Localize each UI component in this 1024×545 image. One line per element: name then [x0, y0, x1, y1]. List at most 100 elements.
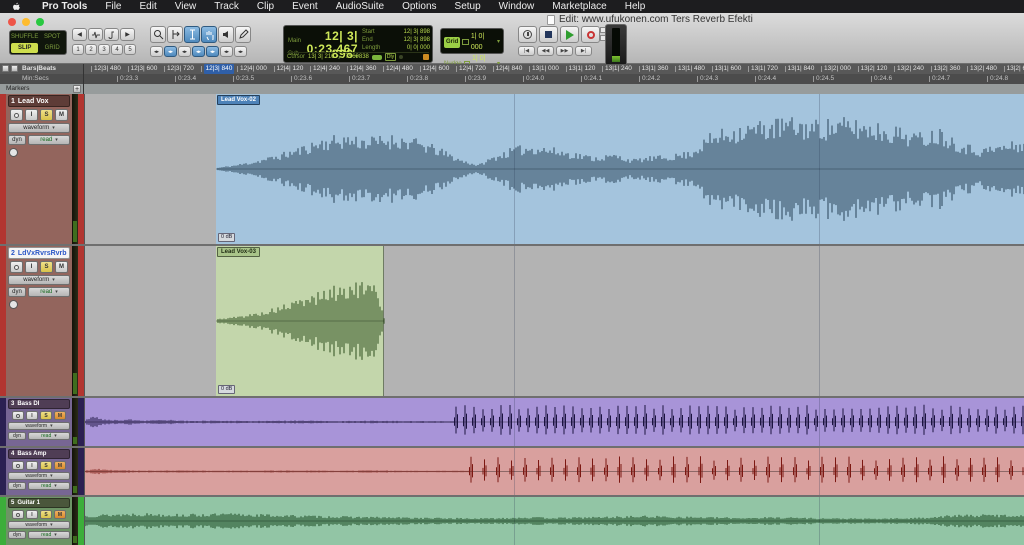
- solo-button[interactable]: S: [40, 109, 53, 121]
- track-name[interactable]: 5Guitar 1: [8, 498, 70, 508]
- menu-item-file[interactable]: File: [96, 0, 130, 13]
- track-lane-ldvxrvrsrvrb[interactable]: Lead Vox-03 0 dB: [84, 246, 1024, 396]
- dyn-button[interactable]: dyn: [8, 432, 26, 440]
- bars-beats-ruler[interactable]: Bars|Beats 12|3| 48012|3| 60012|3| 72012…: [0, 64, 1024, 74]
- mode-shuffle-button[interactable]: SHUFFLE: [11, 32, 38, 42]
- solo-button[interactable]: S: [40, 461, 52, 470]
- menu-item-track[interactable]: Track: [205, 0, 248, 13]
- track-lane-guitar-1[interactable]: [84, 497, 1024, 545]
- track-view-selector[interactable]: waveform▾: [8, 123, 70, 133]
- play-button[interactable]: [560, 26, 579, 43]
- record-enable-button[interactable]: [10, 109, 23, 121]
- min-secs-ruler[interactable]: Min:Secs 0:23.30:23.40:23.50:23.60:23.70…: [0, 74, 1024, 84]
- mode-grid-button[interactable]: GRID: [39, 43, 65, 53]
- tab-transient-button[interactable]: ◂▸: [164, 46, 177, 57]
- delay-compensation-indicator[interactable]: Dly: [385, 53, 396, 61]
- record-enable-button[interactable]: [10, 261, 23, 273]
- track-view-selector[interactable]: waveform▾: [8, 422, 70, 430]
- length-value[interactable]: 0| 0| 000: [407, 44, 430, 52]
- elastic-audio-button[interactable]: [9, 300, 18, 309]
- insertion-follows-button[interactable]: ◂▸: [234, 46, 247, 57]
- menu-item-edit[interactable]: Edit: [131, 0, 166, 13]
- zoom-toggle-button[interactable]: ◂▸: [150, 46, 163, 57]
- mute-button[interactable]: M: [55, 109, 68, 121]
- close-window-button[interactable]: [8, 18, 16, 26]
- region-name-chip[interactable]: Lead Vox-03: [217, 247, 260, 257]
- end-value[interactable]: 12| 3| 898: [404, 36, 430, 44]
- grid-caret-icon[interactable]: ▾: [497, 37, 500, 48]
- record-enable-button[interactable]: [12, 510, 24, 519]
- link-timeline-button[interactable]: ◂▸: [178, 46, 191, 57]
- track-lane-bass-amp[interactable]: [84, 448, 1024, 495]
- mode-slip-button[interactable]: SLIP: [11, 43, 38, 53]
- audio-zoom-button[interactable]: [88, 28, 103, 41]
- grid-value[interactable]: 1| 0| 000: [471, 31, 495, 53]
- zoom-preset-2-button[interactable]: 2: [85, 44, 97, 55]
- dyn-button[interactable]: dyn: [8, 135, 26, 145]
- trim-tool-button[interactable]: [167, 26, 183, 43]
- elastic-audio-button[interactable]: [9, 148, 18, 157]
- menu-item-marketplace[interactable]: Marketplace: [543, 0, 615, 13]
- zoom-out-arrow-button[interactable]: ◀: [72, 28, 87, 41]
- menu-item-options[interactable]: Options: [393, 0, 445, 13]
- midi-zoom-button[interactable]: [104, 28, 119, 41]
- automation-mode-button[interactable]: read▾: [28, 531, 70, 539]
- input-monitor-button[interactable]: I: [26, 411, 38, 420]
- online-button[interactable]: [518, 26, 537, 43]
- record-enable-button[interactable]: [12, 411, 24, 420]
- automation-mode-button[interactable]: read▾: [28, 432, 70, 440]
- pencil-tool-button[interactable]: [235, 26, 251, 43]
- scrubber-tool-button[interactable]: [218, 26, 234, 43]
- zoom-preset-4-button[interactable]: 4: [111, 44, 123, 55]
- solo-button[interactable]: S: [40, 411, 52, 420]
- mute-button[interactable]: M: [55, 261, 68, 273]
- input-monitor-button[interactable]: I: [25, 109, 38, 121]
- record-enable-button[interactable]: [12, 461, 24, 470]
- input-monitor-button[interactable]: I: [26, 461, 38, 470]
- markers-ruler[interactable]: Markers +: [0, 84, 1024, 94]
- record-button[interactable]: [581, 26, 600, 43]
- mute-button[interactable]: M: [54, 411, 66, 420]
- track-name[interactable]: 4Bass Amp: [8, 449, 70, 459]
- minimize-window-button[interactable]: [22, 18, 30, 26]
- selector-tool-button[interactable]: [184, 26, 200, 43]
- mute-button[interactable]: M: [54, 510, 66, 519]
- return-to-zero-button[interactable]: |◀: [518, 46, 535, 56]
- menu-item-setup[interactable]: Setup: [446, 0, 490, 13]
- dyn-button[interactable]: dyn: [8, 287, 26, 297]
- input-monitor-button[interactable]: I: [26, 510, 38, 519]
- track-name[interactable]: 1Lead Vox: [8, 95, 70, 107]
- menu-item-view[interactable]: View: [166, 0, 206, 13]
- automation-mode-button[interactable]: read▾: [28, 135, 70, 145]
- zoom-preset-3-button[interactable]: 3: [98, 44, 110, 55]
- apple-icon[interactable]: [12, 2, 21, 11]
- menu-item-event[interactable]: Event: [283, 0, 327, 13]
- fast-forward-button[interactable]: ▶▶: [556, 46, 573, 56]
- menu-item-clip[interactable]: Clip: [248, 0, 283, 13]
- add-marker-button[interactable]: +: [73, 85, 81, 93]
- menu-item-audiosuite[interactable]: AudioSuite: [327, 0, 393, 13]
- clip-gain-badge[interactable]: 0 dB: [218, 385, 235, 394]
- zoom-window-button[interactable]: [36, 18, 44, 26]
- zoomer-tool-button[interactable]: [150, 26, 166, 43]
- stop-button[interactable]: [539, 26, 558, 43]
- grabber-tool-button[interactable]: [201, 26, 217, 43]
- dyn-button[interactable]: dyn: [8, 531, 26, 539]
- zoom-in-arrow-button[interactable]: ▶: [120, 28, 135, 41]
- track-view-selector[interactable]: waveform▾: [8, 275, 70, 285]
- go-to-end-button[interactable]: ▶|: [575, 46, 592, 56]
- region-name-chip[interactable]: Lead Vox-02: [217, 95, 260, 105]
- mute-button[interactable]: M: [54, 461, 66, 470]
- automation-mode-button[interactable]: read▾: [28, 287, 70, 297]
- track-lane-bass-di[interactable]: [84, 398, 1024, 446]
- solo-button[interactable]: S: [40, 261, 53, 273]
- mode-spot-button[interactable]: SPOT: [39, 32, 65, 42]
- link-track-edit-button[interactable]: ◂▸: [192, 46, 205, 57]
- track-view-selector[interactable]: waveform▾: [8, 521, 70, 529]
- solo-button[interactable]: S: [40, 510, 52, 519]
- zoom-preset-5-button[interactable]: 5: [124, 44, 136, 55]
- input-monitor-button[interactable]: I: [25, 261, 38, 273]
- track-view-selector[interactable]: waveform▾: [8, 472, 70, 480]
- start-value[interactable]: 12| 3| 898: [404, 28, 430, 36]
- menu-item-window[interactable]: Window: [490, 0, 544, 13]
